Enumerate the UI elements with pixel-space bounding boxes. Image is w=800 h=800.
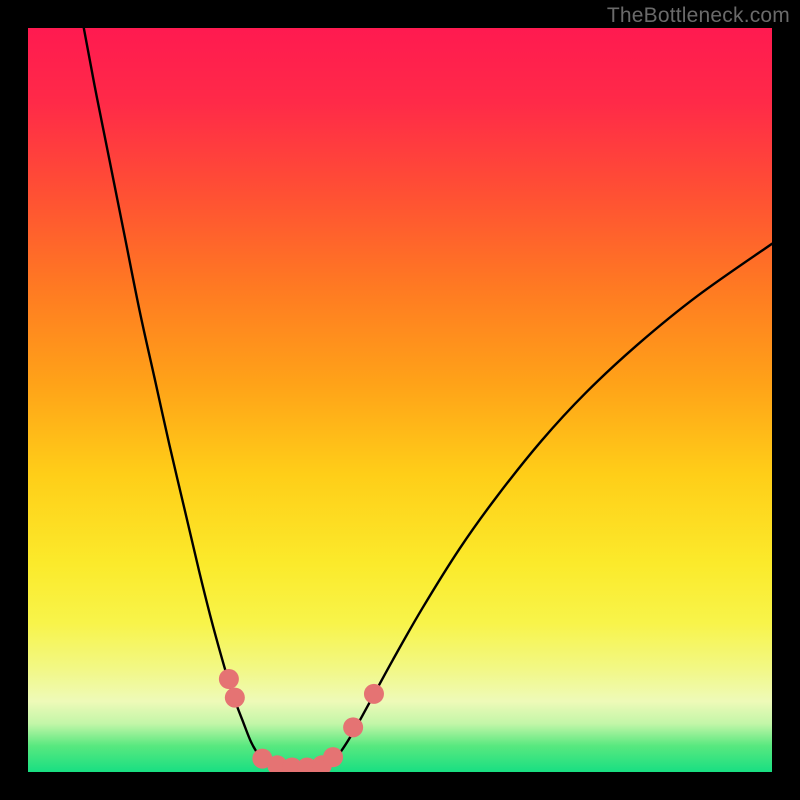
marker-dot xyxy=(364,684,384,704)
marker-dot xyxy=(323,747,343,767)
chart-frame xyxy=(28,28,772,772)
marker-dot xyxy=(219,669,239,689)
marker-dot xyxy=(225,688,245,708)
marker-dot xyxy=(343,717,363,737)
watermark-text: TheBottleneck.com xyxy=(607,4,790,28)
chart-svg xyxy=(28,28,772,772)
chart-background xyxy=(28,28,772,772)
